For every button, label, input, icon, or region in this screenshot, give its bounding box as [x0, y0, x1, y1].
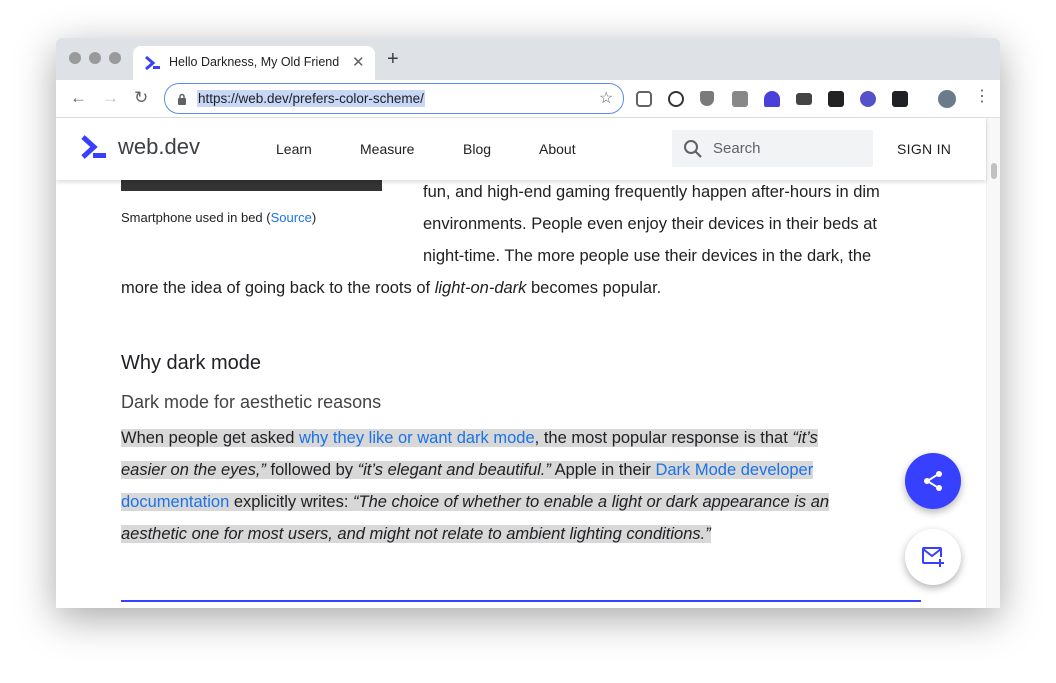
intro-line-4: more the idea of going back to the roots…: [121, 278, 661, 298]
mail-add-icon: [922, 547, 944, 567]
new-tab-icon[interactable]: +: [387, 49, 399, 69]
p1-text-2: , the most popular response is that: [534, 429, 793, 447]
chrome-menu-icon[interactable]: ⋮: [974, 89, 990, 105]
cast-extension-icon[interactable]: [892, 91, 908, 107]
maximize-window-button[interactable]: [109, 52, 121, 64]
intro-text: more the idea of going back to the roots…: [121, 279, 435, 297]
address-bar[interactable]: https://web.dev/prefers-color-scheme/ ☆: [164, 83, 624, 114]
dark-mode-docs-link[interactable]: Dark Mode developer: [655, 461, 813, 479]
ghost-extension-icon[interactable]: [764, 91, 780, 107]
intro-line-3: night-time. The more people use their de…: [423, 247, 872, 265]
documentation-link[interactable]: documentation: [121, 493, 229, 511]
site-header: web.dev Learn Measure Blog About Search …: [56, 118, 986, 180]
nav-learn[interactable]: Learn: [276, 141, 312, 157]
heading-why-dark-mode: Why dark mode: [121, 352, 262, 374]
shield-extension-icon[interactable]: [700, 91, 714, 106]
intro-emphasis: light-on-dark: [434, 279, 527, 297]
search-icon: [683, 139, 703, 164]
article-body: Smartphone used in bed (Source) fun, and…: [56, 118, 986, 608]
profile-avatar[interactable]: [938, 90, 956, 108]
search-input[interactable]: Search: [672, 130, 873, 167]
subscribe-button[interactable]: [905, 529, 961, 585]
p3-text: explicitly writes:: [229, 493, 354, 511]
browser-toolbar: ← → ↻ https://web.dev/prefers-color-sche…: [56, 80, 1000, 118]
scrollbar-thumb[interactable]: [991, 163, 997, 179]
close-window-button[interactable]: [69, 52, 81, 64]
why-dark-mode-link[interactable]: why they like or want dark mode: [299, 429, 535, 447]
caption-end: ): [311, 210, 317, 225]
share-button[interactable]: [905, 453, 961, 509]
reader-extension-icon[interactable]: [796, 93, 812, 105]
intro-line-1: fun, and high-end gaming frequently happ…: [423, 183, 880, 201]
intro-text-end: becomes popular.: [526, 279, 662, 297]
scrollbar[interactable]: [986, 118, 1000, 608]
bookmark-star-icon[interactable]: ☆: [599, 88, 613, 108]
paragraph-line-4: aesthetic one for most users, and might …: [121, 524, 711, 544]
p4-quote: aesthetic one for most users, and might …: [121, 525, 711, 543]
info-extension-icon[interactable]: [668, 91, 684, 107]
p1-quote: “it’s: [792, 429, 818, 447]
webdev-favicon-icon: [145, 55, 161, 75]
intro-line-2: environments. People even enjoy their de…: [423, 215, 878, 233]
webdev-logo-icon[interactable]: [80, 135, 108, 166]
p1-text: When people get asked: [121, 429, 299, 447]
image-caption: Smartphone used in bed (Source): [121, 210, 316, 225]
search-placeholder: Search: [713, 140, 761, 157]
forward-icon[interactable]: →: [102, 88, 119, 108]
site-logo-text[interactable]: web.dev: [118, 134, 200, 160]
tab-title: Hello Darkness, My Old Friend: [169, 55, 339, 69]
nav-measure[interactable]: Measure: [360, 141, 414, 157]
p2-text-2: Apple in their: [550, 461, 656, 479]
p3-quote: “The choice of whether to enable a light…: [353, 493, 830, 511]
url-text[interactable]: https://web.dev/prefers-color-scheme/: [197, 90, 425, 107]
share-icon: [924, 471, 942, 491]
lock-icon[interactable]: [177, 92, 187, 110]
close-tab-icon[interactable]: ✕: [352, 53, 365, 71]
p2-quote-2: “it’s elegant and beautiful.”: [357, 461, 551, 479]
circle-extension-icon[interactable]: [860, 91, 876, 107]
minimize-window-button[interactable]: [89, 52, 101, 64]
paragraph-line-3: documentation explicitly writes: “The ch…: [121, 492, 830, 512]
ublock-extension-icon[interactable]: [828, 91, 844, 107]
nav-about[interactable]: About: [539, 141, 576, 157]
page-viewport: Smartphone used in bed (Source) fun, and…: [56, 118, 1000, 608]
paragraph-line-1: When people get asked why they like or w…: [121, 428, 818, 448]
pocket-extension-icon[interactable]: [636, 91, 652, 107]
browser-window: Hello Darkness, My Old Friend ✕ + ← → ↻ …: [56, 38, 1000, 608]
subheading-aesthetic: Dark mode for aesthetic reasons: [121, 392, 382, 412]
source-link[interactable]: Source: [271, 210, 312, 225]
nav-blog[interactable]: Blog: [463, 141, 491, 157]
sign-in-button[interactable]: SIGN IN: [897, 141, 951, 157]
reload-icon[interactable]: ↻: [134, 88, 148, 108]
screen-extension-icon[interactable]: [732, 91, 748, 107]
p2-quote: easier on the eyes,”: [121, 461, 266, 479]
tab-strip: Hello Darkness, My Old Friend ✕ +: [56, 38, 1000, 80]
caption-text: Smartphone used in bed (: [121, 210, 271, 225]
paragraph-line-2: easier on the eyes,” followed by “it’s e…: [121, 460, 814, 480]
p2-text: followed by: [265, 461, 358, 479]
browser-tab[interactable]: Hello Darkness, My Old Friend ✕: [133, 46, 375, 80]
back-icon[interactable]: ←: [70, 88, 87, 108]
section-divider: [121, 600, 921, 602]
